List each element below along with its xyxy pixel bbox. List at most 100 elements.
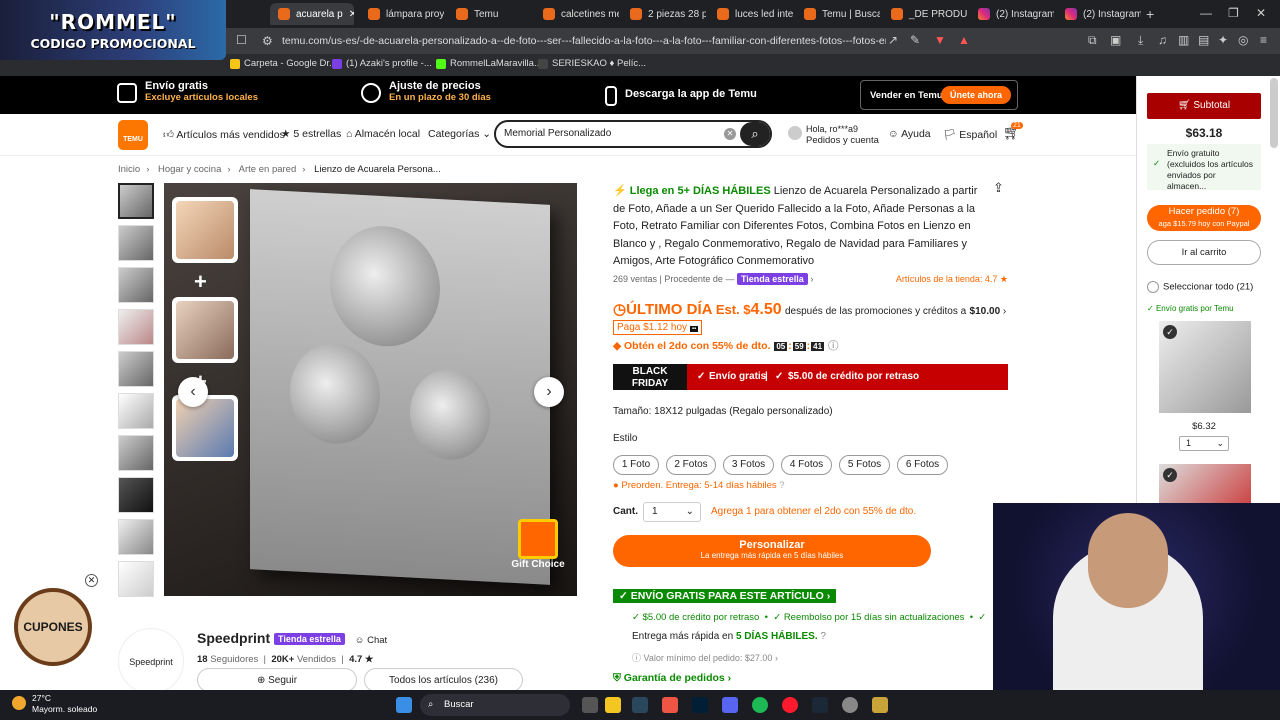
- coupons-button[interactable]: CUPONES: [14, 588, 92, 666]
- scrollbar[interactable]: [1270, 78, 1278, 148]
- file-explorer-icon[interactable]: [605, 697, 621, 713]
- star-store-badge[interactable]: Tienda estrella: [736, 273, 808, 285]
- maximize-icon[interactable]: ❐: [1228, 6, 1239, 20]
- help-icon[interactable]: ?: [779, 480, 784, 491]
- nav-five-stars[interactable]: ★ 5 estrellas: [281, 128, 341, 140]
- product-thumbnail[interactable]: [118, 561, 154, 597]
- app-download-banner[interactable]: Descarga la app de Temu: [605, 86, 757, 106]
- style-option-1-photo[interactable]: 1 Foto: [613, 455, 659, 475]
- quantity-select[interactable]: 1 ⌄: [643, 502, 701, 522]
- close-window-icon[interactable]: ✕: [1256, 6, 1266, 20]
- bookmark-item[interactable]: RommelLaMaravilla...: [436, 58, 542, 69]
- brave-icon[interactable]: [662, 697, 678, 713]
- cart-item-image[interactable]: ✓: [1159, 464, 1251, 504]
- product-thumbnail[interactable]: [118, 309, 154, 345]
- product-main-image[interactable]: + + ‹ › Gift Choice: [164, 183, 577, 596]
- sell-on-temu[interactable]: Vender en Temu Únete ahora: [860, 80, 1018, 110]
- steam-icon[interactable]: [812, 697, 828, 713]
- style-option-2-photos[interactable]: 2 Fotos: [666, 455, 716, 475]
- app-icon[interactable]: [872, 697, 888, 713]
- tab[interactable]: _DE PRODUCT: [883, 3, 967, 25]
- wallet-icon[interactable]: ▤: [1198, 33, 1209, 47]
- close-coupon-icon[interactable]: ✕: [85, 574, 98, 587]
- task-view-icon[interactable]: [582, 697, 598, 713]
- search-input[interactable]: Memorial Personalizado ✕ ⌕: [494, 120, 772, 148]
- help-icon[interactable]: ?: [820, 631, 826, 642]
- help-link[interactable]: ☺ Ayuda: [888, 128, 931, 140]
- nav-best-sellers[interactable]: 👍︎ Artículos más vendidos: [163, 128, 285, 141]
- weather-widget[interactable]: 27°C Mayorm. soleado: [12, 693, 97, 715]
- breadcrumb-item[interactable]: Arte en pared: [239, 164, 297, 175]
- url-field[interactable]: ⚙ temu.com/us-es/-de-acuarela-personaliza…: [256, 31, 886, 51]
- product-thumbnail[interactable]: [118, 477, 154, 513]
- checked-icon[interactable]: ✓: [1163, 468, 1177, 482]
- leo-icon[interactable]: ✦: [1218, 33, 1228, 47]
- opera-icon[interactable]: [782, 697, 798, 713]
- minimize-icon[interactable]: —: [1200, 6, 1212, 20]
- share-icon[interactable]: ↗: [888, 33, 898, 47]
- breadcrumb-item[interactable]: Inicio: [118, 164, 140, 175]
- price-adjust-banner[interactable]: Ajuste de precios En un plazo de 30 días: [361, 80, 491, 103]
- free-shipping-banner[interactable]: Envío gratis Excluye artículos locales: [117, 80, 258, 103]
- screenshot-icon[interactable]: ▣: [1110, 33, 1121, 47]
- spotify-icon[interactable]: [752, 697, 768, 713]
- personalize-button[interactable]: Personalizar La entrega más rápida en 5 …: [613, 535, 931, 567]
- chat-button[interactable]: ☺ Chat: [355, 635, 387, 646]
- bookmark-item[interactable]: (1) Azaki's profile -...: [332, 58, 432, 69]
- clear-search-icon[interactable]: ✕: [724, 128, 736, 140]
- menu-icon[interactable]: ≡: [1260, 33, 1267, 47]
- sidebar-icon[interactable]: ▥: [1178, 33, 1189, 47]
- select-all-checkbox[interactable]: Seleccionar todo (21): [1147, 281, 1253, 293]
- product-thumbnail[interactable]: [118, 183, 154, 219]
- site-info-icon[interactable]: ⚙: [262, 31, 273, 51]
- bookmark-item[interactable]: SERIESKAO ♦ Pelíc...: [538, 58, 646, 69]
- product-thumbnail[interactable]: [118, 519, 154, 555]
- language-selector[interactable]: 🏳︎ Español: [943, 128, 997, 141]
- join-now-button[interactable]: Únete ahora: [941, 86, 1011, 104]
- store-rating[interactable]: Artículos de la tienda: 4.7 ★: [896, 274, 1008, 285]
- download-icon[interactable]: ⤓: [1138, 33, 1143, 48]
- nav-categories[interactable]: Categorías ⌄: [428, 128, 491, 140]
- order-guarantee[interactable]: ⛨ Garantía de pedidos ›: [613, 672, 731, 685]
- search-button[interactable]: ⌕: [740, 122, 770, 146]
- product-thumbnail[interactable]: [118, 351, 154, 387]
- taskbar-search[interactable]: ⌕ Buscar: [420, 694, 570, 716]
- tab[interactable]: (2) Instagram: [970, 3, 1054, 25]
- product-thumbnail[interactable]: [118, 393, 154, 429]
- all-items-button[interactable]: Todos los artículos (236): [364, 668, 523, 692]
- place-order-button[interactable]: Hacer pedido (7) aga $15.79 hoy con Paypa…: [1147, 205, 1261, 231]
- close-tab-icon[interactable]: ✕: [349, 9, 354, 20]
- info-icon[interactable]: ⓘ: [828, 340, 839, 352]
- next-image-button[interactable]: ›: [534, 377, 564, 407]
- windows-start-icon[interactable]: [396, 697, 412, 713]
- store-name[interactable]: Speedprint: [197, 630, 270, 646]
- checked-icon[interactable]: ✓: [1163, 325, 1177, 339]
- tab[interactable]: calcetines med: [535, 3, 619, 25]
- extensions-icon[interactable]: ⧉: [1088, 33, 1097, 48]
- product-thumbnail[interactable]: [118, 267, 154, 303]
- style-option-4-photos[interactable]: 4 Fotos: [781, 455, 832, 475]
- breadcrumb-item[interactable]: Hogar y cocina: [158, 164, 221, 175]
- style-option-6-photos[interactable]: 6 Fotos: [897, 455, 948, 475]
- nav-local-warehouse[interactable]: ⌂ Almacén local: [346, 128, 420, 140]
- edit-icon[interactable]: ✎: [910, 33, 920, 47]
- media-icon[interactable]: ♫: [1158, 33, 1167, 47]
- vpn-icon[interactable]: ◎: [1238, 33, 1248, 47]
- bookmark-icon[interactable]: ☐: [236, 33, 247, 47]
- free-shipping-badge[interactable]: ✓ ENVÍO GRATIS PARA ESTE ARTÍCULO ›: [613, 589, 837, 603]
- steam-icon[interactable]: [632, 697, 648, 713]
- tab[interactable]: luces led intelig: [709, 3, 793, 25]
- style-option-3-photos[interactable]: 3 Fotos: [723, 455, 774, 475]
- tab[interactable]: Temu: [448, 3, 532, 25]
- style-option-5-photos[interactable]: 5 Fotos: [839, 455, 890, 475]
- account-menu[interactable]: Hola, ro***a9 Pedidos y cuenta: [788, 124, 879, 146]
- rewards-icon[interactable]: ▲: [958, 33, 970, 47]
- brave-shield-icon[interactable]: ▼: [934, 33, 946, 47]
- after-promo-amount[interactable]: $10.00: [970, 306, 1001, 317]
- cart-item-image[interactable]: ✓: [1159, 321, 1251, 413]
- tab[interactable]: Temu | Buscar: [796, 3, 880, 25]
- product-thumbnail[interactable]: [118, 225, 154, 261]
- cart-button[interactable]: 🛒︎ 21: [1003, 122, 1023, 141]
- store-logo[interactable]: Speedprint: [118, 628, 184, 694]
- bookmark-item[interactable]: Carpeta - Google Dr...: [230, 58, 337, 69]
